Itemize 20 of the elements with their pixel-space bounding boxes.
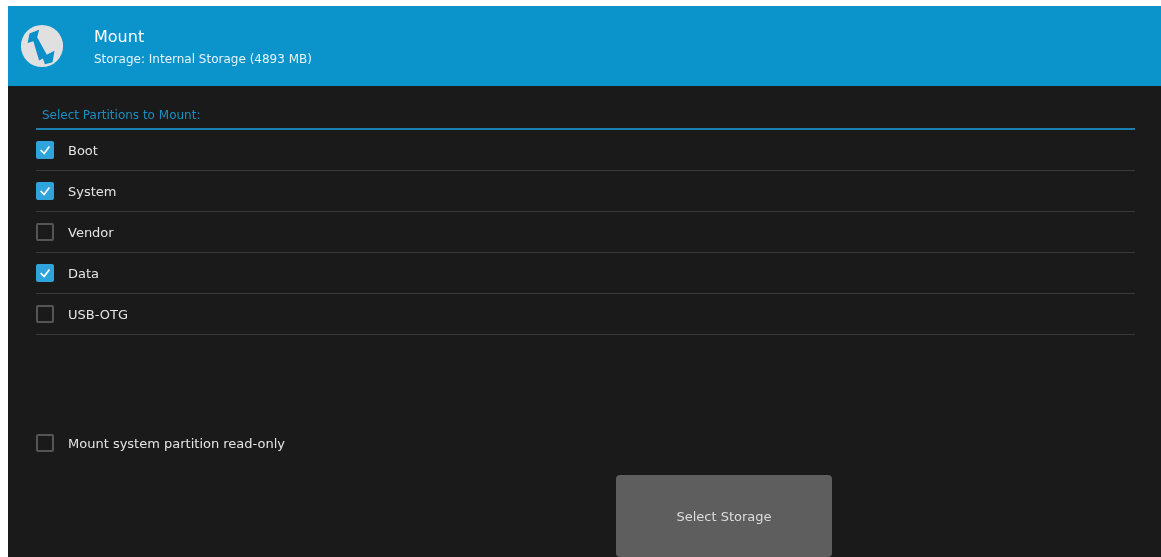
- partition-option[interactable]: System: [36, 171, 1135, 212]
- screen-title: Mount: [94, 26, 146, 46]
- partition-option[interactable]: Boot: [36, 130, 1135, 171]
- checkbox[interactable]: [36, 141, 54, 159]
- checkbox[interactable]: [36, 223, 54, 241]
- checkbox[interactable]: [36, 434, 54, 452]
- storage-info: Storage: Internal Storage (4893 MB): [94, 51, 312, 66]
- partition-option[interactable]: Vendor: [36, 212, 1135, 253]
- partition-option[interactable]: USB-OTG: [36, 294, 1135, 335]
- checkbox[interactable]: [36, 182, 54, 200]
- checkbox[interactable]: [36, 264, 54, 282]
- section-label: Select Partitions to Mount:: [41, 108, 202, 122]
- logo-icon: [18, 22, 66, 70]
- check-icon: [38, 266, 52, 280]
- read-only-option[interactable]: Mount system partition read-only: [36, 423, 1135, 463]
- partition-option[interactable]: Data: [36, 253, 1135, 294]
- select-storage-button[interactable]: Select Storage: [616, 475, 832, 557]
- check-icon: [38, 143, 52, 157]
- check-icon: [38, 184, 52, 198]
- checkbox[interactable]: [36, 305, 54, 323]
